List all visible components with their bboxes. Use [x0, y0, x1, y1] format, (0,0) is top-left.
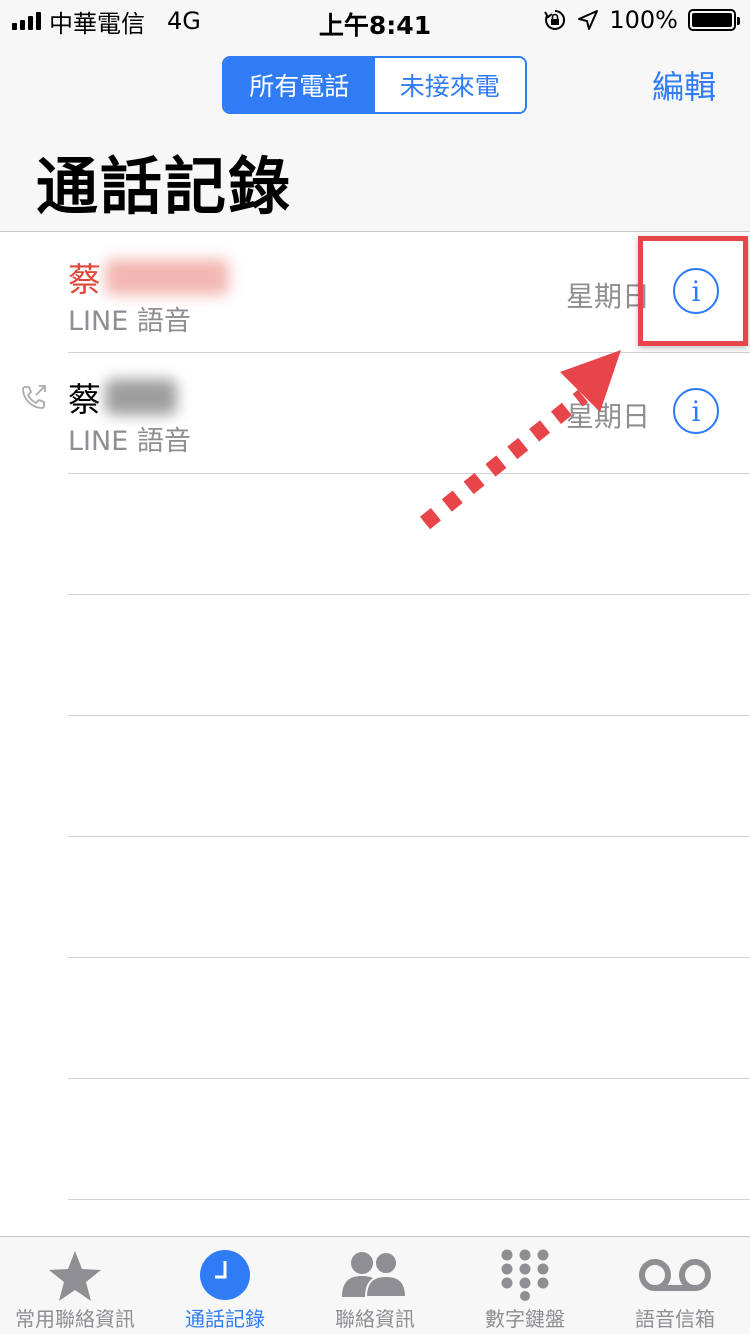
edit-button[interactable]: 編輯	[652, 62, 716, 108]
tab-bar: 常用聯絡資訊 通話記錄 聯絡資訊 數字鍵盤 語音信箱	[0, 1236, 750, 1334]
highlight-box	[638, 236, 748, 346]
rotation-lock-icon	[544, 9, 566, 30]
outgoing-call-icon	[22, 385, 46, 409]
caller-name: 蔡	[68, 373, 177, 421]
tab-label: 常用聯絡資訊	[15, 1307, 135, 1331]
call-row[interactable]: 蔡 LINE 語音 星期日 i	[0, 353, 750, 474]
navigation-bar: 所有電話 未接來電 編輯 通話記錄	[0, 40, 750, 232]
redacted-name	[105, 379, 177, 415]
tab-keypad[interactable]: 數字鍵盤	[450, 1237, 600, 1334]
row-separator	[68, 473, 750, 474]
tab-label: 語音信箱	[635, 1307, 715, 1331]
redacted-name	[105, 259, 229, 295]
segment-missed-calls[interactable]: 未接來電	[374, 58, 525, 112]
segmented-control: 所有電話 未接來電	[222, 56, 527, 114]
star-icon	[49, 1251, 101, 1301]
clock-icon	[200, 1250, 250, 1300]
row-separator	[68, 836, 750, 837]
call-type: LINE 語音	[68, 426, 191, 457]
row-separator	[68, 1078, 750, 1079]
voicemail-icon	[639, 1259, 711, 1291]
contacts-icon	[342, 1251, 408, 1298]
tab-recents[interactable]: 通話記錄	[150, 1237, 300, 1334]
battery-icon	[688, 9, 740, 31]
location-icon	[578, 10, 599, 30]
call-date: 星期日	[565, 400, 650, 433]
status-right: 100%	[543, 6, 740, 34]
tab-label: 數字鍵盤	[485, 1307, 565, 1331]
row-separator	[68, 1199, 750, 1200]
tab-label: 聯絡資訊	[335, 1307, 415, 1331]
page-title: 通話記錄	[36, 150, 293, 223]
tab-voicemail[interactable]: 語音信箱	[600, 1237, 750, 1334]
call-type: LINE 語音	[68, 306, 191, 337]
row-separator	[68, 594, 750, 595]
info-icon[interactable]: i	[673, 388, 719, 434]
keypad-icon	[501, 1249, 549, 1301]
battery-label: 100%	[609, 6, 678, 34]
status-bar: 中華電信 4G 上午8:41 100%	[0, 0, 750, 40]
caller-name: 蔡	[68, 253, 229, 301]
tab-label: 通話記錄	[185, 1307, 265, 1331]
row-separator	[68, 957, 750, 958]
row-separator	[68, 715, 750, 716]
segment-all-calls[interactable]: 所有電話	[224, 58, 375, 112]
tab-favorites[interactable]: 常用聯絡資訊	[0, 1237, 150, 1334]
tab-contacts[interactable]: 聯絡資訊	[300, 1237, 450, 1334]
